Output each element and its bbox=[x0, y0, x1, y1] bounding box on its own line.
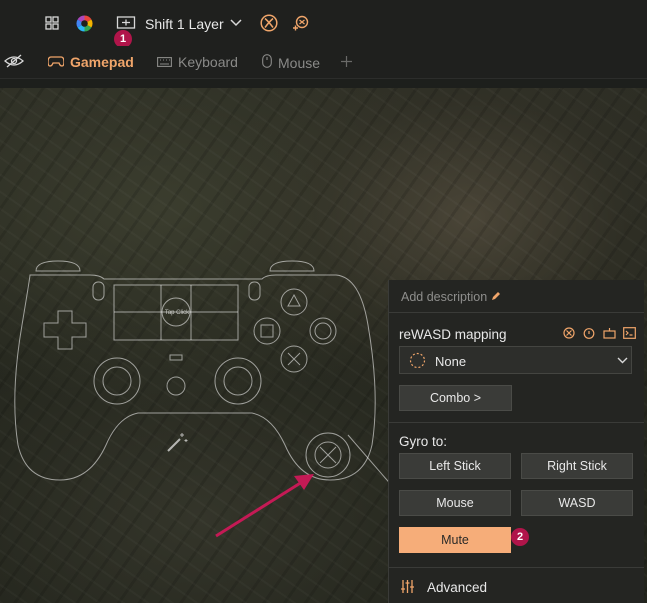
callout-arrow bbox=[215, 474, 314, 538]
magic-wand-icon[interactable] bbox=[167, 433, 188, 452]
gamepad-icon bbox=[47, 54, 65, 70]
mapping-select-value: None bbox=[435, 354, 467, 369]
timer-icon[interactable] bbox=[583, 327, 595, 339]
gyro-title: Gyro to: bbox=[399, 434, 448, 449]
keyboard-small-icon[interactable] bbox=[603, 327, 616, 339]
add-tab-icon[interactable] bbox=[340, 55, 352, 67]
terminal-icon[interactable] bbox=[623, 327, 636, 339]
mapping-panel: Add description reWASD mapping None Comb… bbox=[388, 280, 644, 603]
layer-name[interactable]: Shift 1 Layer bbox=[145, 16, 224, 32]
xbox-small-icon[interactable] bbox=[563, 327, 575, 339]
right-bumper bbox=[269, 260, 315, 272]
tab-mouse[interactable]: Mouse bbox=[262, 54, 320, 71]
pencil-icon[interactable] bbox=[491, 291, 501, 301]
dashed-circle-icon bbox=[409, 352, 426, 369]
tab-keyboard[interactable]: Keyboard bbox=[157, 54, 238, 70]
sliders-icon[interactable] bbox=[399, 578, 415, 594]
color-wheel-icon[interactable] bbox=[76, 15, 93, 32]
touchpad-label: Tap Click bbox=[165, 310, 190, 316]
left-bumper bbox=[35, 260, 81, 272]
description-placeholder[interactable]: Add description bbox=[401, 290, 487, 304]
gyro-mouse-button[interactable]: Mouse bbox=[399, 490, 511, 516]
tab-mouse-label: Mouse bbox=[278, 54, 321, 71]
tab-gamepad-label: Gamepad bbox=[70, 54, 134, 70]
mapping-title: reWASD mapping bbox=[399, 327, 507, 342]
gyro-mute-button[interactable]: Mute bbox=[399, 527, 511, 553]
xbox-icon[interactable] bbox=[260, 14, 278, 32]
mapping-select[interactable]: None bbox=[399, 346, 632, 374]
hide-eye-icon[interactable] bbox=[4, 53, 24, 69]
gyro-wasd-button[interactable]: WASD bbox=[521, 490, 633, 516]
gyro-left-stick-button[interactable]: Left Stick bbox=[399, 453, 511, 479]
panel-divider bbox=[389, 422, 644, 423]
controller-diagram: Tap Click bbox=[14, 260, 400, 496]
step-badge-2: 2 bbox=[511, 528, 529, 546]
mouse-icon bbox=[262, 54, 272, 71]
add-controller-icon[interactable] bbox=[292, 14, 310, 32]
tab-keyboard-label: Keyboard bbox=[178, 54, 238, 70]
layer-icon[interactable] bbox=[116, 15, 136, 31]
keyboard-icon bbox=[157, 54, 172, 70]
description-row[interactable]: Add description bbox=[389, 280, 644, 313]
panel-divider bbox=[389, 567, 644, 568]
grid-icon[interactable] bbox=[44, 15, 60, 31]
chevron-down-icon[interactable] bbox=[229, 17, 243, 29]
tab-gamepad[interactable]: Gamepad bbox=[47, 54, 134, 70]
advanced-label[interactable]: Advanced bbox=[427, 580, 487, 595]
combo-button[interactable]: Combo > bbox=[399, 385, 512, 411]
chevron-down-icon bbox=[616, 356, 628, 364]
top-toolbar: Shift 1 Layer 1 bbox=[0, 0, 647, 48]
gyro-right-stick-button[interactable]: Right Stick bbox=[521, 453, 633, 479]
